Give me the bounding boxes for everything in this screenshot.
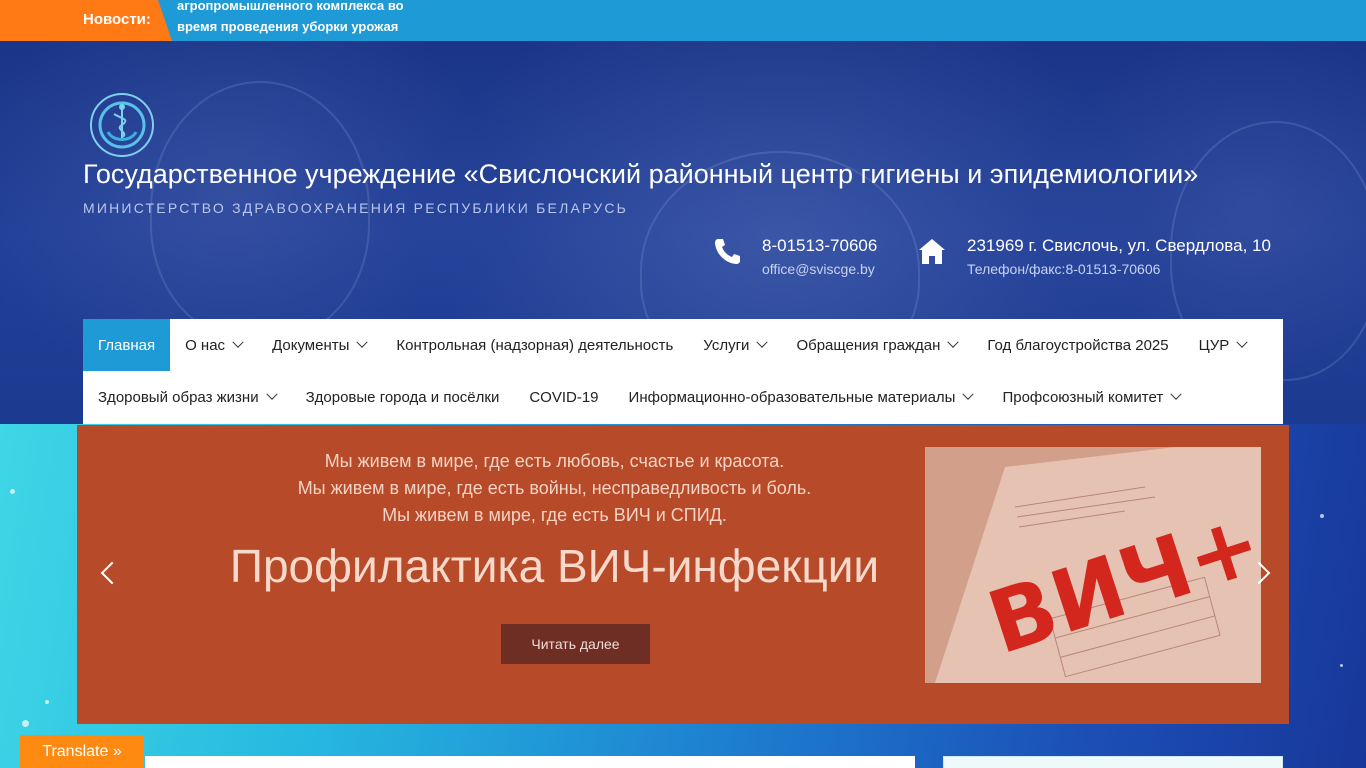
decorative-bubble bbox=[10, 489, 15, 494]
decorative-bubble bbox=[45, 700, 49, 704]
nav-item-label: ЦУР bbox=[1198, 336, 1230, 354]
nav-item-label: Профсоюзный комитет bbox=[1002, 388, 1164, 406]
nav-item[interactable]: Профсоюзный комитет bbox=[987, 371, 1195, 423]
nav-item[interactable]: О нас bbox=[170, 319, 257, 371]
decorative-bubble bbox=[1340, 664, 1343, 667]
nav-item[interactable]: Услуги bbox=[688, 319, 781, 371]
nav-item[interactable]: Здоровый образ жизни bbox=[83, 371, 291, 423]
slide-text-line: Мы живем в мире, где есть войны, несправ… bbox=[297, 478, 812, 498]
nav-row-2: Здоровый образ жизни Здоровые города и по… bbox=[83, 371, 1195, 423]
main-navigation: Главная О нас Документы Контрольная (надзор… bbox=[83, 319, 1283, 424]
contact-phone-number[interactable]: 8-01513-70606 bbox=[762, 236, 877, 256]
decorative-bubble bbox=[1320, 514, 1324, 518]
nav-item-label: Документы bbox=[272, 336, 350, 354]
nav-item-label: Главная bbox=[98, 336, 156, 354]
slide-image: ВИЧ+ bbox=[925, 447, 1261, 683]
phone-icon bbox=[715, 239, 740, 264]
nav-item[interactable]: Контрольная (надзорная) деятельность bbox=[381, 319, 688, 371]
slide-text-line: Мы живем в мире, где есть ВИЧ и СПИД. bbox=[382, 505, 727, 525]
read-more-button[interactable]: Читать далее bbox=[501, 624, 650, 664]
nav-item-label: Информационно-образовательные материалы bbox=[628, 388, 956, 406]
translate-button[interactable]: Translate » bbox=[20, 735, 144, 768]
nav-item[interactable]: COVID-19 bbox=[514, 371, 613, 423]
nav-item-label: Контрольная (надзорная) деятельность bbox=[396, 336, 674, 354]
nav-item-label: О нас bbox=[185, 336, 226, 354]
chevron-down-icon bbox=[756, 336, 769, 348]
slide-text-line: Мы живем в мире, где есть любовь, счасть… bbox=[324, 451, 785, 471]
content-panel bbox=[145, 756, 915, 768]
chevron-down-icon bbox=[962, 388, 975, 400]
nav-item-label: Услуги bbox=[703, 336, 750, 354]
nav-item-label: COVID-19 bbox=[529, 388, 599, 406]
nav-item[interactable]: Главная bbox=[83, 319, 171, 371]
chevron-down-icon bbox=[1236, 336, 1248, 348]
nav-item[interactable]: Документы bbox=[257, 319, 381, 371]
nav-item[interactable]: Здоровые города и посёлки bbox=[291, 371, 515, 423]
nav-item[interactable]: Информационно-образовательные материалы bbox=[614, 371, 988, 423]
chevron-down-icon bbox=[947, 336, 960, 348]
nav-item[interactable]: Обращения граждан bbox=[781, 319, 972, 371]
hiv-document-picture: ВИЧ+ bbox=[925, 447, 1261, 683]
news-ticker-label: Новости: bbox=[83, 11, 151, 28]
site-subtitle: МИНИСТЕРСТВО ЗДРАВООХРАНЕНИЯ РЕСПУБЛИКИ … bbox=[83, 200, 629, 216]
nav-item[interactable]: ЦУР bbox=[1184, 319, 1262, 371]
news-ticker-label-box: Новости: bbox=[0, 0, 172, 41]
nav-item[interactable]: Год благоустройства 2025 bbox=[972, 319, 1183, 371]
site-title[interactable]: Государственное учреждение «Свислочский … bbox=[83, 159, 1198, 190]
chevron-down-icon bbox=[356, 336, 369, 348]
chevron-down-icon bbox=[232, 336, 244, 348]
chevron-down-icon bbox=[1170, 388, 1182, 400]
contact-fax: Телефон/факс:8-01513-70606 bbox=[967, 261, 1161, 277]
home-icon bbox=[919, 239, 945, 264]
news-ticker-text[interactable]: агропромышленного комплекса во время про… bbox=[177, 0, 437, 37]
site-logo[interactable] bbox=[86, 92, 158, 158]
decorative-bubble bbox=[22, 720, 29, 727]
nav-item-label: Год благоустройства 2025 bbox=[987, 336, 1169, 354]
contact-address-text: 231969 г. Свислочь, ул. Свердлова, 10 bbox=[967, 236, 1271, 255]
news-ticker: Новости: агропромышленного комплекса во … bbox=[0, 0, 1366, 41]
nav-item-label: Здоровый образ жизни bbox=[98, 388, 259, 406]
sidebar-panel bbox=[943, 756, 1283, 768]
contact-email[interactable]: office@sviscge.by bbox=[762, 261, 875, 277]
chevron-down-icon bbox=[265, 388, 278, 400]
hero-slider: Мы живем в мире, где есть любовь, счасть… bbox=[77, 425, 1289, 724]
nav-item-label: Обращения граждан bbox=[796, 336, 941, 354]
nav-item-label: Здоровые города и посёлки bbox=[305, 388, 500, 406]
slide-title: Профилактика ВИЧ-инфекции bbox=[229, 540, 880, 592]
site-header: Государственное учреждение «Свислочский … bbox=[0, 41, 1366, 424]
nav-row-1: Главная О нас Документы Контрольная (надзор… bbox=[83, 319, 1261, 371]
